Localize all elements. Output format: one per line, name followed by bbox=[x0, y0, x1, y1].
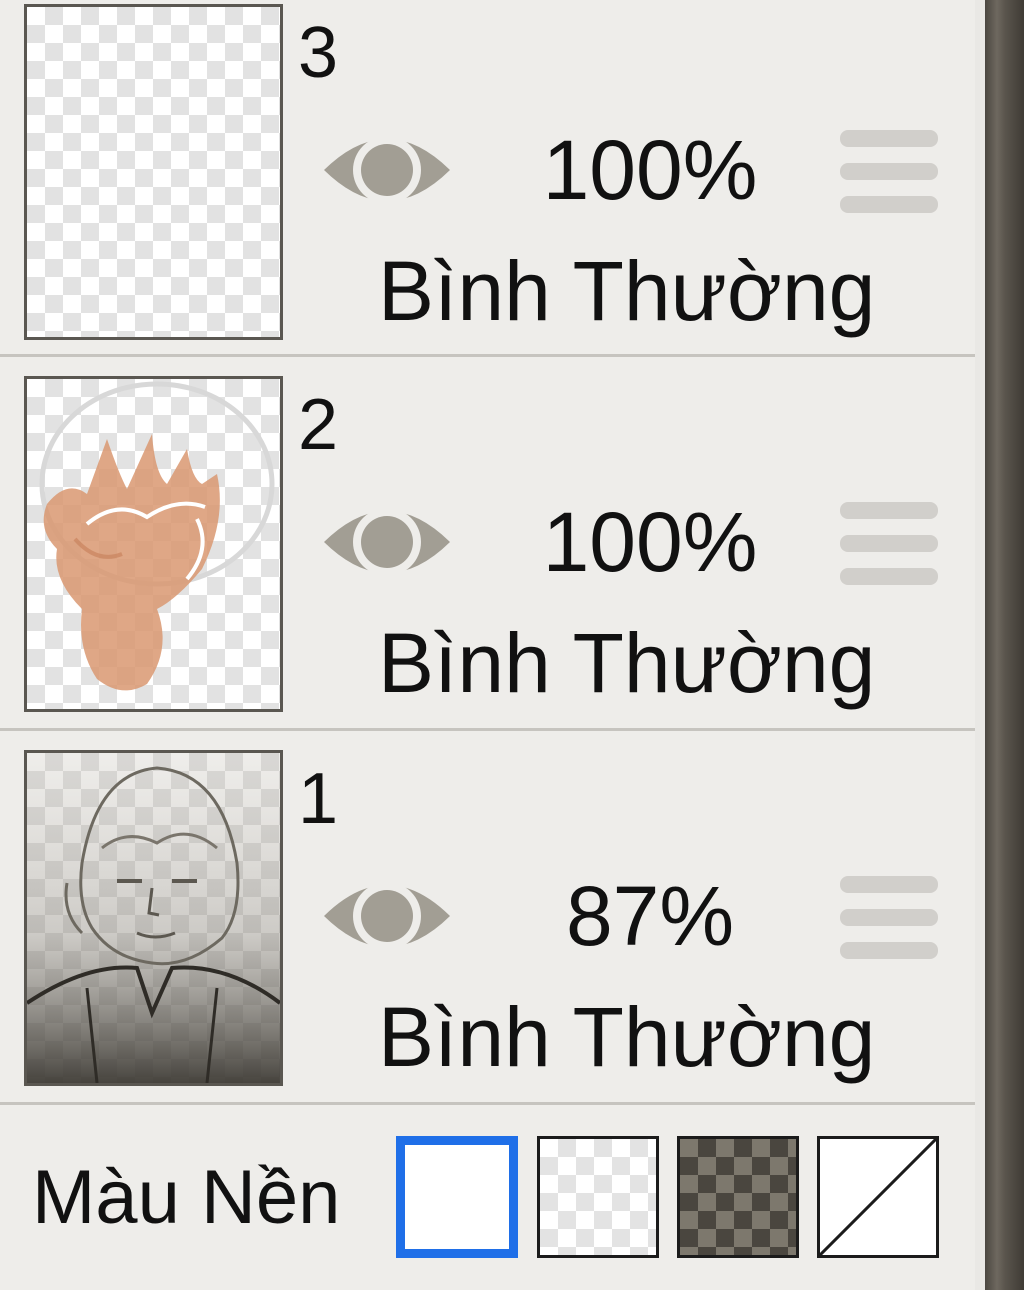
drag-handle-icon[interactable] bbox=[840, 498, 938, 588]
blend-mode[interactable]: Bình Thường bbox=[378, 243, 875, 339]
layer-thumbnail[interactable] bbox=[24, 4, 283, 340]
bg-swatch-none[interactable] bbox=[817, 1136, 939, 1258]
eye-icon[interactable] bbox=[320, 866, 454, 966]
layer-row-3[interactable]: 3 100% Bình Thường bbox=[0, 0, 975, 372]
layer-divider bbox=[0, 728, 975, 731]
layer-number: 1 bbox=[298, 759, 339, 839]
layer-opacity[interactable]: 100% bbox=[490, 122, 810, 218]
layer-thumbnail[interactable] bbox=[24, 750, 283, 1086]
bg-swatch-white[interactable] bbox=[396, 1136, 518, 1258]
layer-panel: 3 100% Bình Thường 2 100% Bình Thường 1 … bbox=[0, 0, 975, 1290]
eye-icon[interactable] bbox=[320, 120, 454, 220]
blend-mode[interactable]: Bình Thường bbox=[378, 615, 875, 711]
diagonal-slash-icon bbox=[818, 1137, 938, 1257]
layer-divider bbox=[0, 1102, 975, 1105]
layer-row-1[interactable]: 1 87% Bình Thường bbox=[0, 746, 975, 1118]
layer-opacity[interactable]: 87% bbox=[490, 868, 810, 964]
layer-divider bbox=[0, 354, 975, 357]
drag-handle-icon[interactable] bbox=[840, 126, 938, 216]
eye-icon[interactable] bbox=[320, 492, 454, 592]
layer-number: 3 bbox=[298, 13, 339, 93]
layer-thumbnail[interactable] bbox=[24, 376, 283, 712]
blend-mode[interactable]: Bình Thường bbox=[378, 989, 875, 1085]
layer-row-2[interactable]: 2 100% Bình Thường bbox=[0, 372, 975, 744]
canvas-edge bbox=[975, 0, 1024, 1290]
layer-number: 2 bbox=[298, 385, 339, 465]
background-color-label: Màu Nền bbox=[32, 1155, 341, 1240]
layer-opacity[interactable]: 100% bbox=[490, 494, 810, 590]
bg-swatch-transparent-light[interactable] bbox=[537, 1136, 659, 1258]
bg-swatch-transparent-dark[interactable] bbox=[677, 1136, 799, 1258]
drag-handle-icon[interactable] bbox=[840, 872, 938, 962]
